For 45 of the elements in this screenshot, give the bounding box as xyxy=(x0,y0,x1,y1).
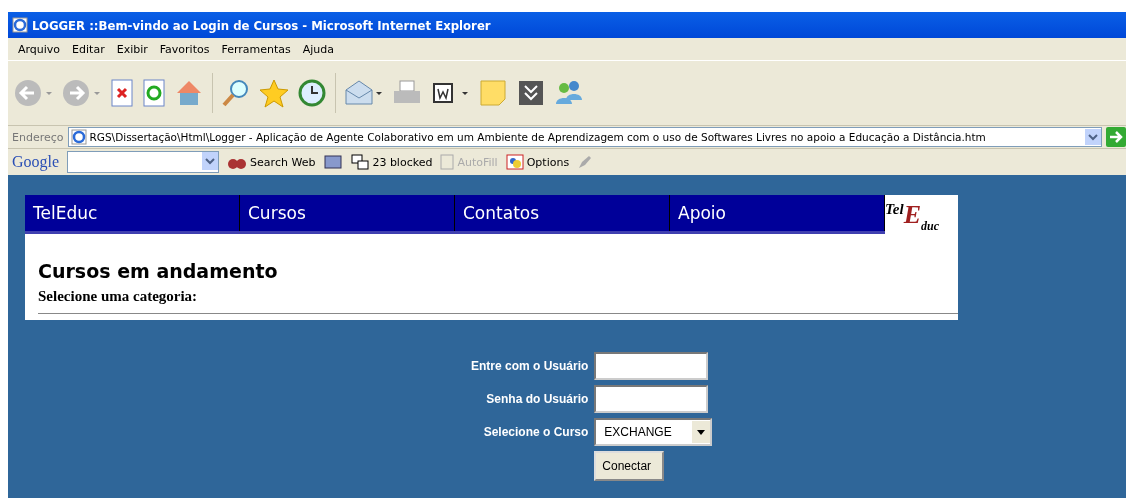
google-search-field[interactable] xyxy=(67,151,220,173)
refresh-icon[interactable] xyxy=(142,78,166,108)
dropdown-icon[interactable] xyxy=(692,421,711,443)
category-label: Selecione uma categoria: xyxy=(38,288,199,305)
windows-icon xyxy=(351,154,370,170)
nav-link[interactable]: Contatos xyxy=(455,195,670,231)
download-icon[interactable] xyxy=(516,78,546,108)
clock-icon[interactable] xyxy=(297,78,327,108)
go-arrow-icon[interactable] xyxy=(1106,127,1126,147)
forward-arrow-icon[interactable] xyxy=(62,78,102,108)
page-heading: Cursos em andamento xyxy=(38,260,279,282)
menu-item[interactable]: Ferramentas xyxy=(217,42,295,56)
menu-item[interactable]: Editar xyxy=(68,42,109,56)
newspaper-icon[interactable] xyxy=(323,154,344,170)
options-icon xyxy=(505,154,524,170)
search-web-button[interactable]: Search Web xyxy=(250,155,316,169)
menu-item[interactable]: Exibir xyxy=(112,42,152,56)
menu-item[interactable]: Arquivo xyxy=(14,42,65,56)
pencil-icon[interactable] xyxy=(577,154,594,170)
password-label: Senha do Usuário xyxy=(485,392,589,406)
mail-icon[interactable] xyxy=(344,78,384,108)
address-label: Endereço xyxy=(12,130,64,144)
google-logo[interactable]: Google xyxy=(12,153,60,171)
search-icon[interactable] xyxy=(221,78,251,108)
page-icon xyxy=(70,129,87,145)
menu-item[interactable]: Favoritos xyxy=(155,42,214,56)
browser-icon xyxy=(12,17,28,33)
window-title: LOGGER ::Bem-vindo ao Login de Cursos - Microsoft Internet Explorer xyxy=(32,17,491,33)
course-label: Selecione o Curso xyxy=(482,425,589,439)
nav-link[interactable]: TelEduc xyxy=(25,195,240,231)
popup-blocker-button[interactable]: 23 blocked xyxy=(372,155,433,169)
password-field[interactable] xyxy=(594,385,709,413)
menu-item[interactable]: Ajuda xyxy=(298,42,339,56)
user-field[interactable] xyxy=(594,352,709,380)
nav-link[interactable]: Cursos xyxy=(240,195,455,231)
user-label: Entre com o Usuário xyxy=(471,359,589,373)
connect-button[interactable]: Conectar xyxy=(594,451,665,481)
address-field[interactable]: RGS\Dissertação\Html\Logger - Aplicação de Agente Colaborativo em um Ambiente de Aprendizagem com o uso de Softwares Livres no apoio a Educação a Distância.htm xyxy=(67,127,1102,147)
course-select[interactable]: EXCHANGE xyxy=(594,418,713,446)
stop-icon[interactable] xyxy=(110,78,134,108)
options-button[interactable]: Options xyxy=(526,155,570,169)
back-arrow-icon[interactable] xyxy=(14,78,54,108)
form-icon xyxy=(440,154,455,170)
nav-link[interactable]: Apoio xyxy=(670,195,885,231)
star-icon[interactable] xyxy=(259,78,289,108)
